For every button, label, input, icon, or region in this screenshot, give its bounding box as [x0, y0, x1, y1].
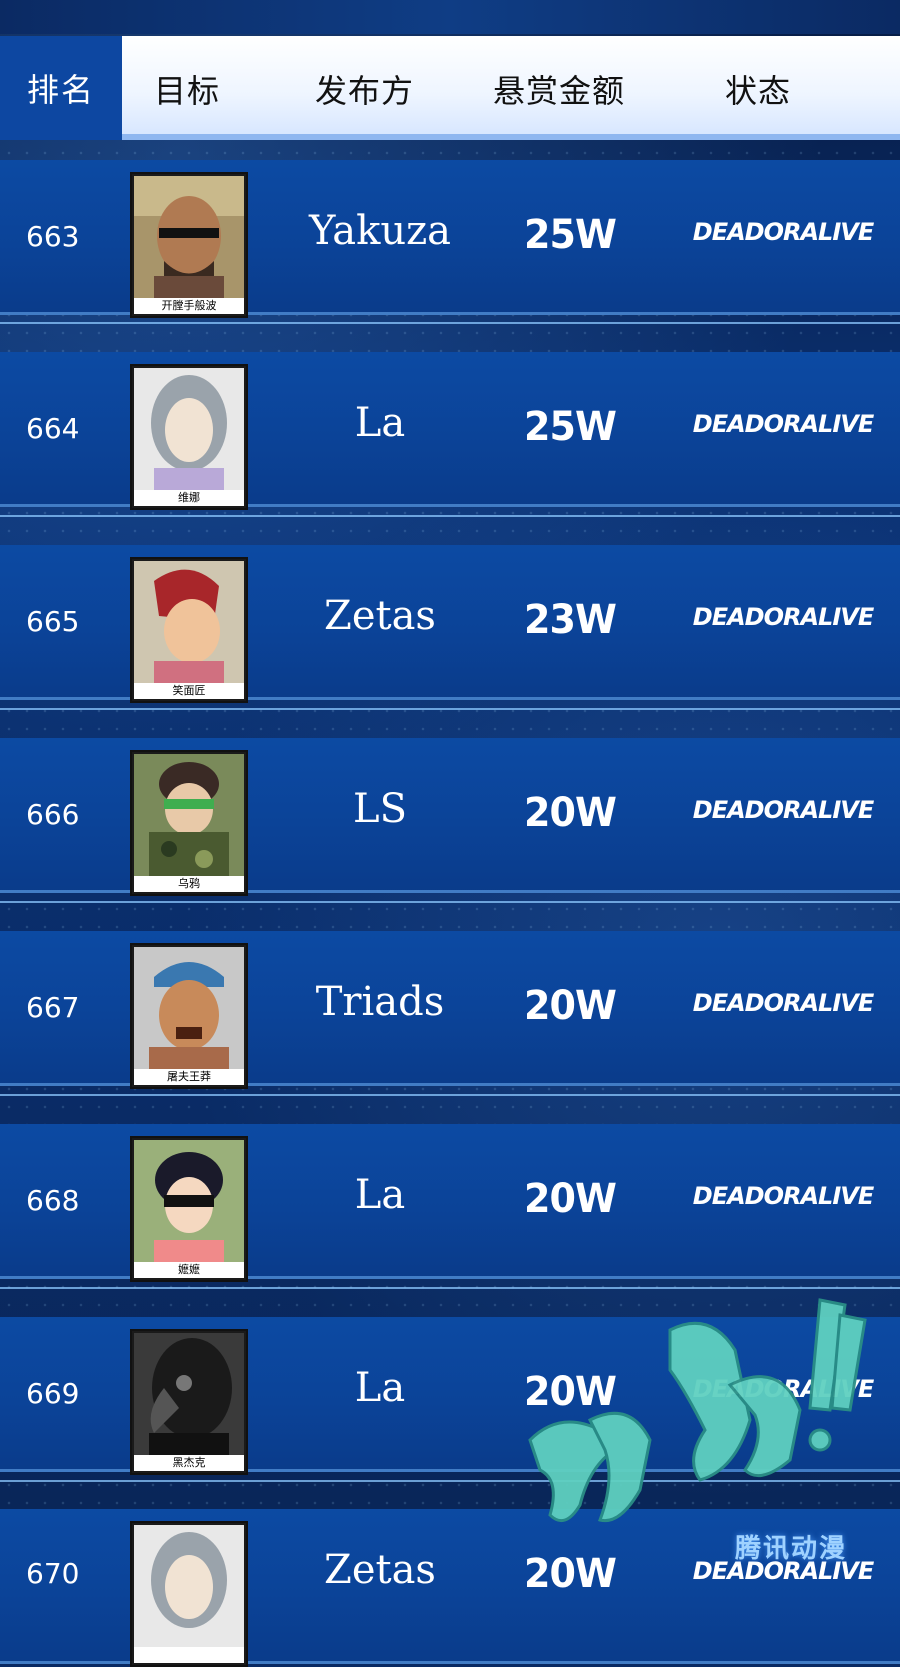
- rank-cell: 664: [26, 412, 80, 445]
- row-divider: [0, 1094, 900, 1096]
- rank-cell: 669: [26, 1377, 80, 1410]
- publisher-cell: Zetas: [324, 593, 436, 639]
- bounty-cell: 20W: [524, 1369, 617, 1415]
- bounty-cell: 20W: [524, 1176, 617, 1222]
- avatar-name: 嬷嬷: [134, 1262, 244, 1278]
- bounty-cell: 20W: [524, 983, 617, 1029]
- publisher-cell: Zetas: [324, 1547, 436, 1593]
- status-cell: DEADORALIVE: [692, 989, 874, 1017]
- table-row: 665 笑面匠 Zetas 23W DEADORALIVE: [0, 545, 900, 703]
- rank-cell: 665: [26, 605, 80, 638]
- bounty-cell: 25W: [524, 404, 617, 450]
- publisher-cell: La: [354, 400, 406, 446]
- status-cell: DEADORALIVE: [692, 1182, 874, 1210]
- red-hair-man-icon: [134, 561, 244, 683]
- silver-hair-woman-icon: [134, 368, 244, 490]
- table-row: 664 维娜 La 25W DEADORALIVE: [0, 352, 900, 510]
- rank-cell: 670: [26, 1557, 80, 1590]
- avatar-name: 开膛手般波: [134, 298, 244, 314]
- bounty-cell: 20W: [524, 1551, 617, 1597]
- table-header: 排名 目标 发布方 悬赏金额 状态: [0, 36, 900, 140]
- status-cell: DEADORALIVE: [692, 796, 874, 824]
- status-cell: DEADORALIVE: [692, 218, 874, 246]
- rank-cell: 668: [26, 1184, 80, 1217]
- masked-soldier-icon: [134, 754, 244, 876]
- bounty-cell: 20W: [524, 790, 617, 836]
- table-row: 669 黑杰克 La 20W DEADORALIVE: [0, 1317, 900, 1475]
- publisher-cell: Yakuza: [308, 208, 452, 254]
- silver-hair-woman-icon: [134, 1525, 244, 1647]
- header-target: 目标: [154, 72, 221, 110]
- header-status: 状态: [725, 72, 792, 110]
- avatar: 开膛手般波: [130, 172, 248, 318]
- table-row: 666 乌鸦 LS 20W DEADORALIVE: [0, 738, 900, 896]
- publisher-cell: La: [354, 1172, 406, 1218]
- avatar: 笑面匠: [130, 557, 248, 703]
- row-divider: [0, 1287, 900, 1289]
- sunglasses-woman-icon: [134, 1140, 244, 1262]
- plague-doctor-icon: [134, 1333, 244, 1455]
- bald-man-icon: [134, 176, 244, 298]
- status-cell: DEADORALIVE: [692, 410, 874, 438]
- top-bar: [0, 0, 900, 34]
- row-divider: [0, 901, 900, 903]
- bounty-cell: 23W: [524, 597, 617, 643]
- bandana-man-icon: [134, 947, 244, 1069]
- header-columns: 目标 发布方 悬赏金额 状态: [122, 36, 900, 140]
- avatar: [130, 1521, 248, 1667]
- row-divider: [0, 515, 900, 517]
- status-cell: DEADORALIVE: [692, 603, 874, 631]
- publisher-cell: Triads: [315, 979, 445, 1025]
- avatar-name: 维娜: [134, 490, 244, 506]
- avatar: 乌鸦: [130, 750, 248, 896]
- avatar-name: 屠夫王莽: [134, 1069, 244, 1085]
- table-row: 663 开膛手般波 Yakuza 25W DEADORALIVE: [0, 160, 900, 318]
- header-rank: 排名: [0, 36, 122, 140]
- rank-cell: 667: [26, 991, 80, 1024]
- header-publisher: 发布方: [315, 72, 415, 110]
- avatar: 黑杰克: [130, 1329, 248, 1475]
- avatar-name: 笑面匠: [134, 683, 244, 699]
- bounty-cell: 25W: [524, 212, 617, 258]
- table-row: 667 屠夫王莽 Triads 20W DEADORALIVE: [0, 931, 900, 1089]
- rank-cell: 663: [26, 220, 80, 253]
- avatar: 嬷嬷: [130, 1136, 248, 1282]
- avatar: 维娜: [130, 364, 248, 510]
- row-divider: [0, 322, 900, 324]
- header-bounty: 悬赏金额: [493, 72, 626, 110]
- avatar-name: [134, 1647, 244, 1663]
- watermark: 腾讯动漫: [735, 1534, 848, 1564]
- publisher-cell: LS: [353, 786, 407, 832]
- row-divider: [0, 1480, 900, 1482]
- publisher-cell: La: [354, 1365, 406, 1411]
- rank-cell: 666: [26, 798, 80, 831]
- avatar-name: 乌鸦: [134, 876, 244, 892]
- avatar-name: 黑杰克: [134, 1455, 244, 1471]
- row-divider: [0, 708, 900, 710]
- status-cell: DEADORALIVE: [692, 1375, 874, 1403]
- table-row: 668 嬷嬷 La 20W DEADORALIVE: [0, 1124, 900, 1282]
- avatar: 屠夫王莽: [130, 943, 248, 1089]
